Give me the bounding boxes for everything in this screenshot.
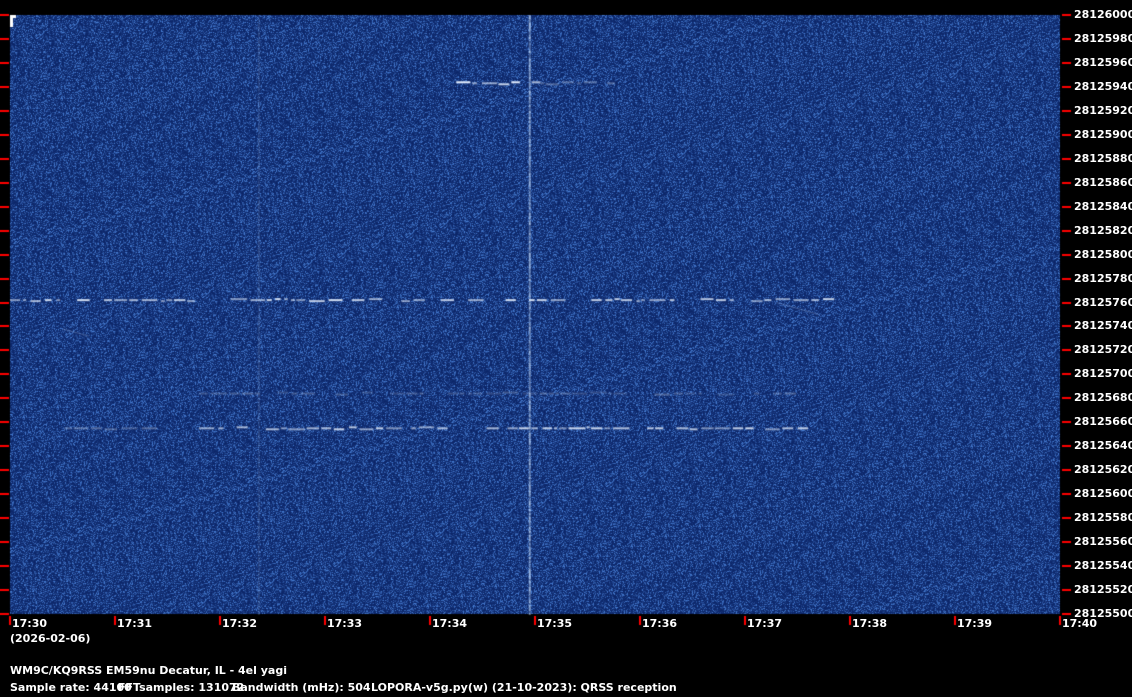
time-tick-label: 17:37: [747, 617, 783, 630]
frequency-tick-label: 28125940: [1074, 79, 1132, 93]
frequency-tick-label: 28125840: [1074, 199, 1132, 213]
frequency-tick-label: 28126000: [1074, 8, 1132, 21]
frequency-tick-label: 28125660: [1074, 415, 1132, 429]
time-tick-label: 17:36: [642, 617, 678, 630]
frequency-tick-label: 28125680: [1074, 391, 1132, 405]
frequency-tick-label: 28125560: [1074, 535, 1132, 549]
frequency-tick-label: 28125700: [1074, 367, 1132, 381]
time-tick-label: 17:34: [432, 617, 468, 630]
time-tick-label: 17:31: [117, 617, 153, 630]
time-tick-label: 17:30: [12, 617, 48, 630]
frequency-tick-label: 28125640: [1074, 439, 1132, 453]
station-info: WM9C/KQ9RSS EM59nu Decatur, IL - 4el yag…: [10, 664, 287, 677]
time-tick-label: 17:39: [957, 617, 993, 630]
frequency-tick-label: 28125880: [1074, 151, 1132, 165]
frequency-tick-label: 28125900: [1074, 127, 1132, 141]
sample-rate-info: Sample rate: 44100: [10, 681, 132, 694]
frequency-tick-label: 28125960: [1074, 55, 1132, 69]
frequency-tick-label: 28125600: [1074, 487, 1132, 501]
frequency-tick-label: 28125980: [1074, 31, 1132, 45]
time-tick-label: 17:40: [1062, 617, 1098, 630]
frequency-tick-label: 28125820: [1074, 223, 1132, 237]
time-tick-label: 17:38: [852, 617, 888, 630]
date-label: (2026-02-06): [10, 632, 91, 645]
bandwidth-info: Bandwidth (mHz): 504: [232, 681, 371, 694]
frequency-tick-label: 28125540: [1074, 559, 1132, 573]
time-tick-label: 17:33: [327, 617, 363, 630]
frequency-tick-label: 28125720: [1074, 343, 1132, 357]
frequency-tick-label: 28125780: [1074, 271, 1132, 285]
frequency-tick-label: 28125520: [1074, 583, 1132, 597]
frequency-tick-label: 28125580: [1074, 511, 1132, 525]
frequency-tick-label: 28125740: [1074, 319, 1132, 333]
fft-samples-info: FFTsamples: 131072: [118, 681, 245, 694]
frequency-tick-label: 28125620: [1074, 463, 1132, 477]
time-tick-label: 17:35: [537, 617, 573, 630]
frequency-tick-label: 28125800: [1074, 247, 1132, 261]
waterfall-spectrogram: [0, 0, 1132, 697]
frequency-tick-label: 28125860: [1074, 175, 1132, 189]
frequency-tick-label: 28125920: [1074, 103, 1132, 117]
frequency-tick-label: 28125760: [1074, 295, 1132, 309]
software-info: LOPORA-v5g.py(w) (21-10-2023): QRSS rece…: [371, 681, 677, 694]
time-tick-label: 17:32: [222, 617, 258, 630]
